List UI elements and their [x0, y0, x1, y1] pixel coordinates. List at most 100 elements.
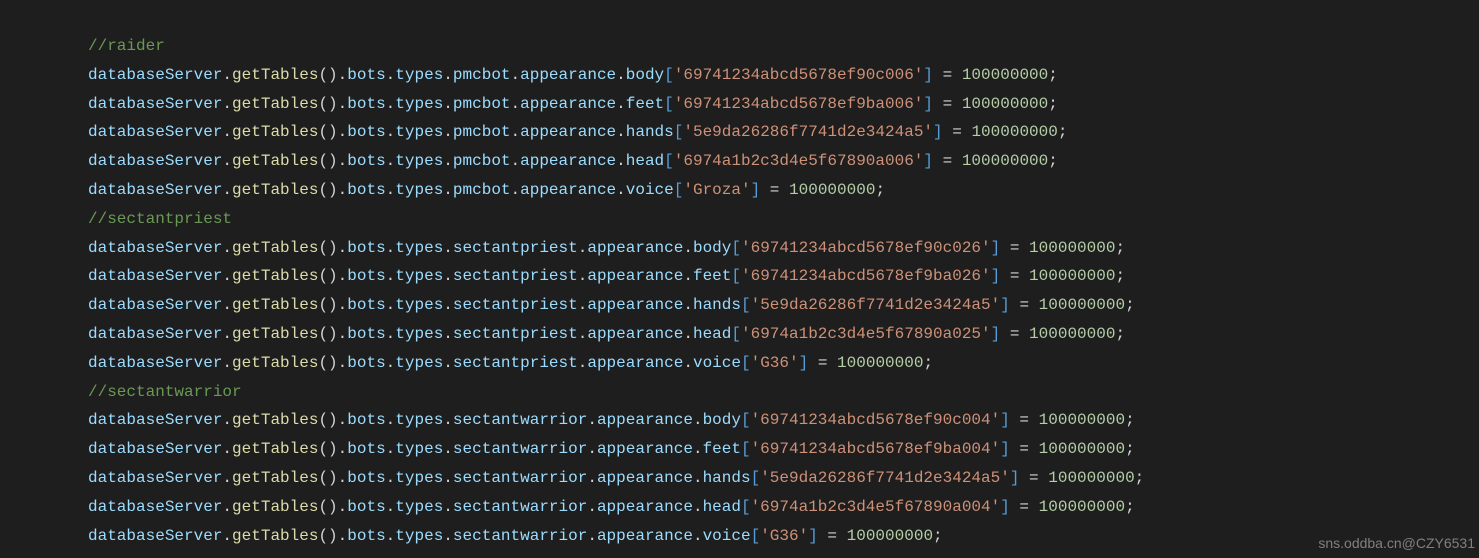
property-bots: bots: [347, 325, 385, 343]
property-bots: bots: [347, 66, 385, 84]
bracket-close: ]: [1000, 440, 1010, 458]
method-name: getTables: [232, 296, 318, 314]
equals: =: [1000, 325, 1029, 343]
dot: .: [693, 527, 703, 545]
code-line: databaseServer.getTables().bots.types.se…: [88, 234, 1479, 263]
dot: .: [443, 469, 453, 487]
property-bots: bots: [347, 181, 385, 199]
code-editor[interactable]: //raiderdatabaseServer.getTables().bots.…: [0, 0, 1479, 550]
dot: .: [511, 181, 521, 199]
code-line: databaseServer.getTables().bots.types.se…: [88, 464, 1479, 493]
dot: .: [511, 123, 521, 141]
semicolon: ;: [1125, 296, 1135, 314]
property-appearance: appearance: [587, 239, 683, 257]
dot: .: [338, 66, 348, 84]
dot: .: [386, 239, 396, 257]
bracket-close: ]: [991, 325, 1001, 343]
dot: .: [683, 239, 693, 257]
dot: .: [587, 411, 597, 429]
semicolon: ;: [933, 527, 943, 545]
property-appearance: appearance: [587, 267, 683, 285]
variable-name: databaseServer: [88, 469, 222, 487]
equals: =: [943, 123, 972, 141]
variable-name: databaseServer: [88, 123, 222, 141]
dot: .: [693, 469, 703, 487]
semicolon: ;: [1048, 95, 1058, 113]
variable-name: databaseServer: [88, 498, 222, 516]
dot: .: [222, 66, 232, 84]
property-pmcbot: pmcbot: [453, 66, 511, 84]
parens: (): [318, 354, 337, 372]
property-sectantwarrior: sectantwarrior: [453, 411, 587, 429]
code-line: databaseServer.getTables().bots.types.pm…: [88, 118, 1479, 147]
property-hands: hands: [703, 469, 751, 487]
property-types: types: [395, 527, 443, 545]
bracket-open: [: [731, 267, 741, 285]
variable-name: databaseServer: [88, 152, 222, 170]
property-feet: feet: [693, 267, 731, 285]
code-line: databaseServer.getTables().bots.types.se…: [88, 493, 1479, 522]
dot: .: [578, 354, 588, 372]
property-voice: voice: [703, 527, 751, 545]
dot: .: [443, 411, 453, 429]
method-name: getTables: [232, 181, 318, 199]
variable-name: databaseServer: [88, 527, 222, 545]
dot: .: [511, 95, 521, 113]
property-appearance: appearance: [520, 152, 616, 170]
code-line: databaseServer.getTables().bots.types.se…: [88, 349, 1479, 378]
bracket-open: [: [674, 181, 684, 199]
property-appearance: appearance: [587, 325, 683, 343]
dot: .: [222, 123, 232, 141]
dot: .: [222, 296, 232, 314]
property-bots: bots: [347, 123, 385, 141]
variable-name: databaseServer: [88, 411, 222, 429]
property-voice: voice: [626, 181, 674, 199]
dot: .: [386, 440, 396, 458]
dot: .: [222, 325, 232, 343]
property-appearance: appearance: [587, 296, 683, 314]
parens: (): [318, 152, 337, 170]
string-key: '69741234abcd5678ef90c006': [674, 66, 924, 84]
method-name: getTables: [232, 66, 318, 84]
method-name: getTables: [232, 354, 318, 372]
variable-name: databaseServer: [88, 440, 222, 458]
bracket-open: [: [741, 440, 751, 458]
dot: .: [338, 527, 348, 545]
bracket-open: [: [731, 239, 741, 257]
variable-name: databaseServer: [88, 325, 222, 343]
equals: =: [1010, 498, 1039, 516]
parens: (): [318, 239, 337, 257]
string-key: '69741234abcd5678ef90c026': [741, 239, 991, 257]
dot: .: [511, 152, 521, 170]
dot: .: [338, 152, 348, 170]
string-key: '5e9da26286f7741d2e3424a5': [751, 296, 1001, 314]
dot: .: [578, 325, 588, 343]
equals: =: [1010, 411, 1039, 429]
parens: (): [318, 411, 337, 429]
dot: .: [683, 354, 693, 372]
string-key: '5e9da26286f7741d2e3424a5': [683, 123, 933, 141]
property-appearance: appearance: [597, 498, 693, 516]
dot: .: [587, 469, 597, 487]
property-sectantpriest: sectantpriest: [453, 354, 578, 372]
property-types: types: [395, 354, 443, 372]
number-value: 100000000: [962, 66, 1048, 84]
equals: =: [1010, 296, 1039, 314]
comment-line: //raider: [88, 32, 1479, 61]
property-appearance: appearance: [597, 440, 693, 458]
bracket-open: [: [751, 527, 761, 545]
number-value: 100000000: [789, 181, 875, 199]
method-name: getTables: [232, 411, 318, 429]
property-bots: bots: [347, 354, 385, 372]
equals: =: [933, 66, 962, 84]
property-types: types: [395, 469, 443, 487]
dot: .: [386, 527, 396, 545]
dot: .: [443, 152, 453, 170]
dot: .: [386, 411, 396, 429]
property-hands: hands: [626, 123, 674, 141]
equals: =: [933, 95, 962, 113]
property-sectantpriest: sectantpriest: [453, 296, 578, 314]
semicolon: ;: [1115, 325, 1125, 343]
dot: .: [683, 325, 693, 343]
equals: =: [1019, 469, 1048, 487]
